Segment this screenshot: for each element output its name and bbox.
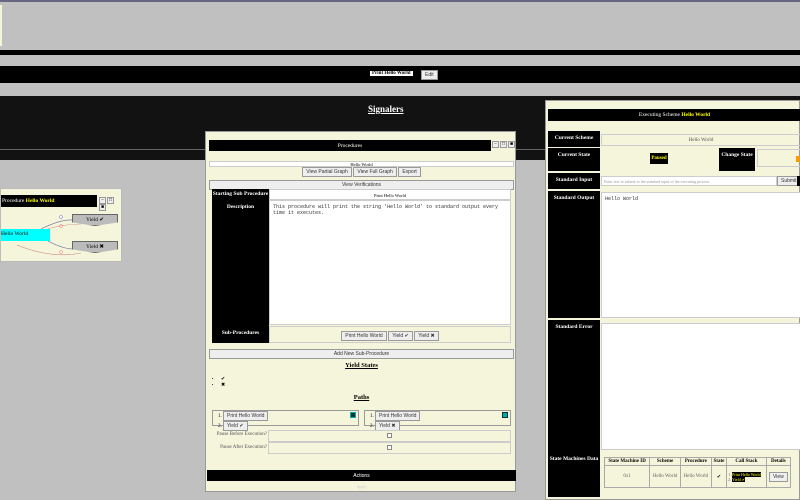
standard-error-label: Standard Error bbox=[548, 320, 600, 452]
cell-state: ✔ bbox=[710, 465, 728, 488]
graph-node-start[interactable]: Hello World bbox=[1, 229, 50, 241]
path-step[interactable]: Yield ✔ bbox=[223, 421, 248, 431]
cell-scheme: Hello World bbox=[649, 465, 681, 488]
top-border bbox=[0, 0, 800, 2]
add-sub-procedure-button[interactable]: Add New Sub-Procedure bbox=[209, 349, 514, 359]
path-1: 1. Print Hello World 2. Yield ✔ bbox=[212, 410, 359, 431]
executing-title: Executing Scheme Hello World bbox=[548, 109, 800, 121]
signalers-title: Signalers bbox=[368, 104, 404, 114]
maximize-button[interactable]: □ bbox=[107, 197, 114, 204]
cell-id: 0x1 bbox=[603, 465, 651, 488]
column-header: Details bbox=[765, 457, 792, 466]
minimize-button[interactable]: – bbox=[99, 197, 106, 204]
state-button[interactable] bbox=[796, 156, 800, 162]
executing-scheme-name: Hello World bbox=[681, 112, 711, 118]
standard-input-label: Standard Input bbox=[548, 173, 600, 189]
column-header: Call Stack bbox=[726, 457, 767, 466]
state-machines-data-label: State Machines Data bbox=[548, 452, 600, 497]
stack-frame[interactable]: Yield ✔ bbox=[732, 476, 746, 482]
current-procedure-select[interactable]: Print Hello World bbox=[370, 71, 413, 76]
stack-frame[interactable]: Print Hello World bbox=[732, 471, 761, 477]
standard-error bbox=[601, 323, 800, 450]
starting-sub-procedure-label: Starting Sub Procedure bbox=[212, 189, 269, 200]
procedures-window: Procedures – □ ■ Hello World View Partial … bbox=[205, 131, 516, 492]
view-full-graph-button[interactable]: View Full Graph bbox=[353, 167, 397, 177]
yield-states-list: ✔ ✖ bbox=[221, 376, 225, 388]
view-partial-graph-button[interactable]: View Partial Graph bbox=[302, 167, 352, 177]
path-step[interactable]: Print Hello World bbox=[375, 411, 421, 421]
yield-state-fail: ✖ bbox=[221, 382, 225, 388]
change-state-control[interactable] bbox=[757, 149, 800, 167]
description-textarea[interactable]: This procedure will print the string 'He… bbox=[269, 200, 511, 325]
standard-output-label: Standard Output bbox=[548, 191, 600, 318]
sub-procedure-yield-ok[interactable]: Yield ✔ bbox=[388, 331, 413, 341]
procedures-title: Procedures bbox=[209, 140, 491, 151]
pause-after-checkbox[interactable] bbox=[268, 442, 511, 454]
path-step[interactable]: Print Hello World bbox=[223, 411, 269, 421]
column-header: Procedure bbox=[679, 457, 712, 466]
pause-before-label: Pause Before Execution? bbox=[216, 432, 267, 437]
actions-header: Actions bbox=[207, 470, 516, 481]
procedure-graph-window: Procedure Hello World – □■ Hello World Yi… bbox=[0, 188, 122, 262]
minimize-button[interactable]: – bbox=[492, 141, 499, 148]
close-button[interactable]: ■ bbox=[508, 141, 515, 148]
current-scheme-value: Hello World bbox=[601, 134, 800, 146]
view-details-button[interactable]: View bbox=[768, 471, 788, 482]
current-scheme-label: Current Scheme bbox=[548, 131, 600, 147]
executing-title-label: Executing Scheme bbox=[638, 112, 680, 118]
pause-before-checkbox[interactable] bbox=[268, 430, 511, 442]
sub-procedures-label: Sub-Procedures bbox=[212, 326, 269, 343]
sub-procedure-print-hello-world[interactable]: Print Hello World bbox=[341, 331, 387, 341]
graph-label: Procedure bbox=[2, 198, 25, 204]
standard-input-field[interactable]: Enter text to submit to the standard inp… bbox=[601, 176, 777, 186]
path-2: 1. Print Hello World 2. Yield ✖ bbox=[364, 410, 511, 431]
cell-procedure: Hello World bbox=[679, 465, 712, 488]
pause-after-label: Pause After Execution? bbox=[220, 445, 267, 450]
footer-text: Apply bbox=[356, 484, 367, 489]
state-badge: Paused bbox=[650, 153, 668, 164]
standard-output: Hello World bbox=[601, 192, 800, 318]
cell-call-stack: 1. Print Hello World 2. Yield ✔ bbox=[726, 465, 767, 488]
left-sliver bbox=[0, 5, 2, 46]
column-header: Scheme bbox=[649, 457, 681, 466]
export-button[interactable]: Export bbox=[398, 167, 421, 177]
graph-name: Hello World bbox=[25, 198, 55, 204]
description-label: Description bbox=[212, 200, 269, 326]
cell-details: View bbox=[765, 465, 792, 488]
state-machines-table: State Machine ID Scheme Procedure State Call… bbox=[603, 457, 792, 488]
maximize-button[interactable]: □ bbox=[500, 141, 507, 148]
edit-button[interactable]: Edit bbox=[421, 70, 438, 80]
path-toggle[interactable] bbox=[502, 412, 508, 418]
procedure-bar: Print Hello World Edit bbox=[0, 66, 800, 83]
column-header: State bbox=[710, 457, 728, 466]
sub-procedure-yield-fail[interactable]: Yield ✖ bbox=[414, 331, 439, 341]
sub-procedures-list: Print Hello World Yield ✔ Yield ✖ bbox=[269, 326, 511, 343]
current-state-label: Current State bbox=[548, 148, 600, 171]
table-row: 0x1 Hello World Hello World ✔ 1. Print H… bbox=[603, 465, 792, 488]
executing-scheme-window: Executing Scheme Hello World Current Sch… bbox=[545, 100, 800, 500]
starting-sub-procedure-select[interactable]: Print Hello World bbox=[269, 189, 511, 200]
paths-title: Paths bbox=[353, 394, 370, 401]
path-toggle[interactable] bbox=[350, 412, 356, 418]
change-state-label: Change State bbox=[719, 148, 755, 171]
yield-states-title: Yield States bbox=[345, 362, 378, 369]
divider bbox=[0, 50, 800, 55]
column-header: State Machine ID bbox=[603, 457, 651, 466]
